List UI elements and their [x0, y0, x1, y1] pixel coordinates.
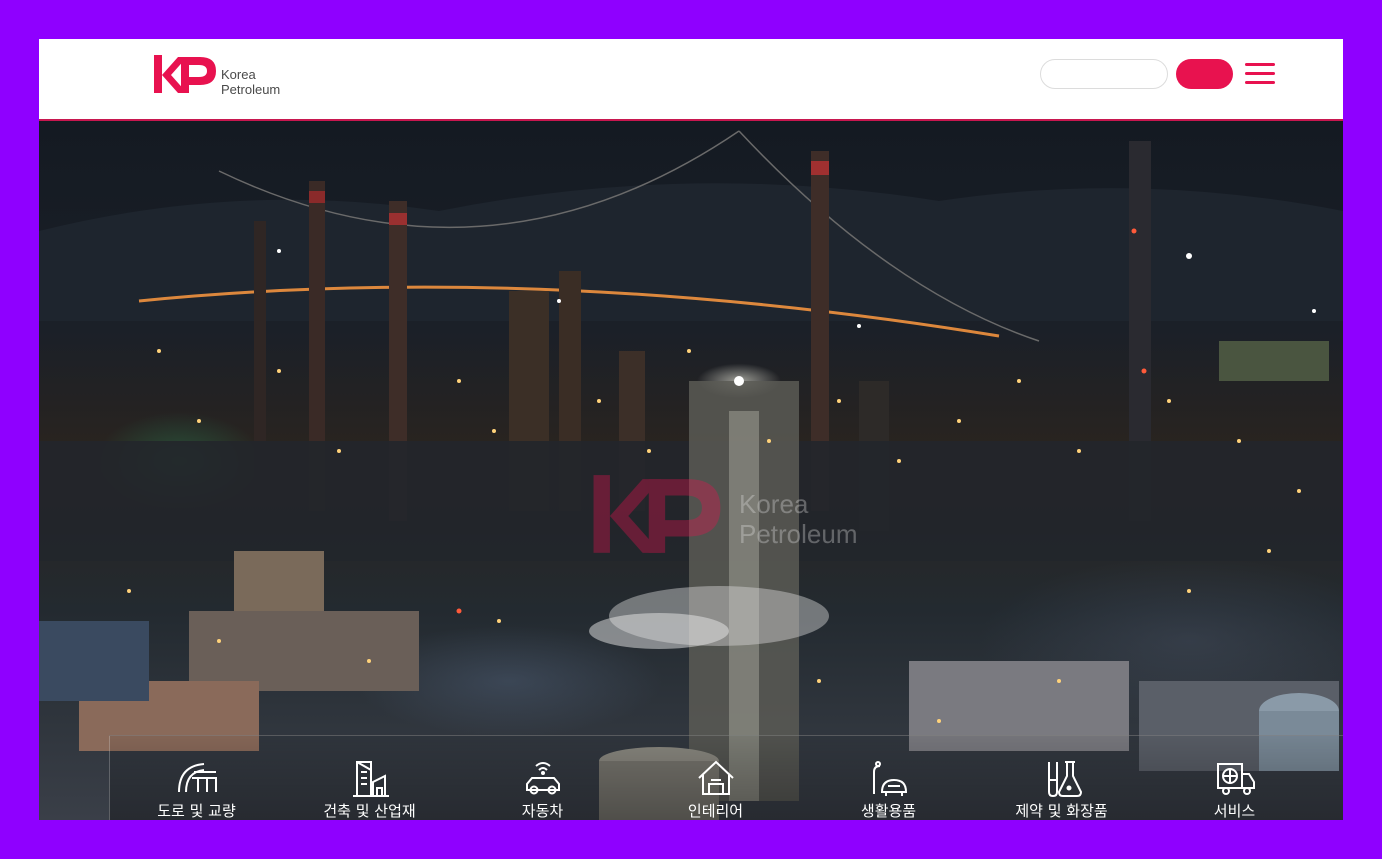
pharma-flask-icon — [1048, 761, 1083, 798]
hamburger-menu-icon[interactable] — [1245, 61, 1275, 87]
kp-logo-mark-icon — [593, 475, 721, 553]
watermark-line1: Korea — [739, 489, 809, 519]
category-road-bridge[interactable]: 도로 및 교량 — [110, 736, 283, 820]
menu-bar — [1245, 72, 1275, 75]
watermark-wordmark: Korea Petroleum — [739, 489, 858, 549]
site-header: Korea Petroleum — [39, 39, 1343, 121]
hero-watermark-logo: Korea Petroleum — [584, 471, 924, 571]
brand-logo[interactable]: Korea Petroleum — [154, 53, 294, 97]
category-pharma-cosmetics[interactable]: 제약 및 화장품 — [975, 736, 1148, 820]
building-industrial-icon — [353, 761, 389, 797]
kp-logo-mark-icon — [154, 55, 216, 93]
category-label: 도로 및 교량 — [157, 802, 236, 820]
search-button[interactable] — [1176, 59, 1233, 89]
category-label: 제약 및 화장품 — [1015, 802, 1108, 820]
logo-line1: Korea — [221, 67, 256, 82]
category-label: 건축 및 산업재 — [323, 802, 416, 820]
logo-wordmark: Korea Petroleum — [221, 67, 280, 97]
app-frame: Korea Petroleum Korea Petroleum 도로 및 교량 … — [39, 39, 1343, 820]
road-bridge-icon — [178, 763, 217, 793]
category-label: 서비스 — [1213, 802, 1256, 820]
logo-line2: Petroleum — [221, 82, 281, 97]
car-icon — [526, 762, 560, 795]
menu-bar — [1245, 81, 1275, 84]
category-household[interactable]: 생활용품 — [802, 736, 975, 820]
search-input[interactable] — [1040, 59, 1168, 89]
category-interior[interactable]: 인테리어 — [629, 736, 802, 820]
category-label: 자동차 — [521, 802, 564, 820]
household-goods-icon — [873, 761, 908, 796]
service-truck-icon — [1217, 763, 1255, 795]
category-label: 인테리어 — [687, 802, 744, 820]
hero-banner: Korea Petroleum 도로 및 교량 건축 및 산업재 자동차 인테리… — [39, 121, 1343, 820]
category-car[interactable]: 자동차 — [456, 736, 629, 820]
house-interior-icon — [698, 760, 734, 795]
menu-bar — [1245, 63, 1275, 66]
category-building-industrial[interactable]: 건축 및 산업재 — [283, 736, 456, 820]
category-label: 생활용품 — [860, 802, 917, 820]
watermark-line2: Petroleum — [739, 519, 858, 549]
category-nav: 도로 및 교량 건축 및 산업재 자동차 인테리어 생활용품 제약 및 화장품 … — [109, 735, 1343, 820]
category-service[interactable]: 서비스 — [1148, 736, 1321, 820]
